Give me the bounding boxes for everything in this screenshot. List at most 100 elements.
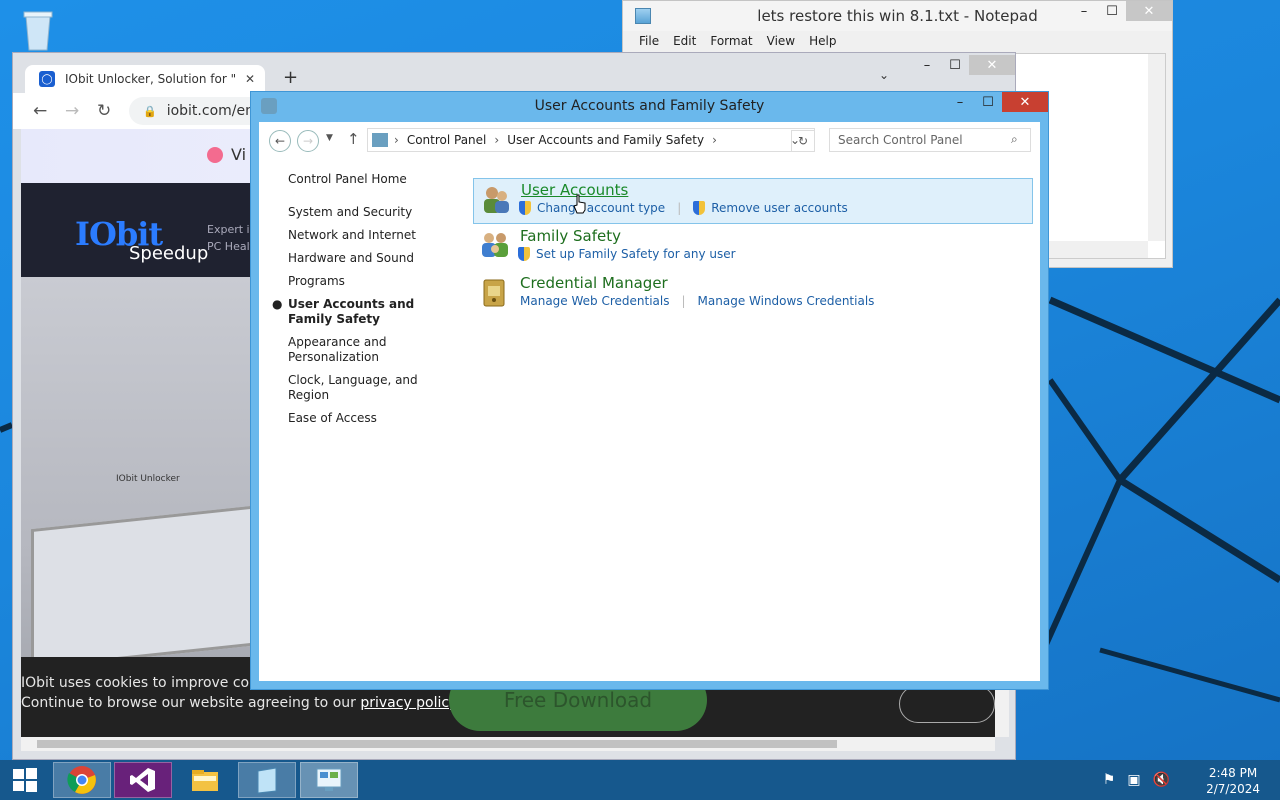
family-safety-title[interactable]: Family Safety [520, 227, 621, 245]
maximize-button[interactable]: ☐ [974, 92, 1002, 112]
menu-edit[interactable]: Edit [667, 31, 704, 51]
banner-text: Vi [231, 145, 247, 164]
lock-icon: 🔒 [143, 104, 157, 118]
control-panel-body: ← → ▼ ↑ › Control Panel › User Accounts … [259, 122, 1040, 681]
chrome-close-button[interactable]: ✕ [969, 55, 1015, 75]
notepad-taskbar-button[interactable] [238, 762, 296, 798]
uac-shield-icon [693, 201, 706, 215]
tab-title: IObit Unlocker, Solution for "und [65, 72, 235, 86]
back-arrow-icon[interactable]: ← [33, 101, 47, 121]
refresh-icon[interactable]: ↻ [791, 130, 815, 152]
navigation-bar: ← → ▼ ↑ › Control Panel › User Accounts … [259, 122, 1040, 158]
control-panel-taskbar-button[interactable] [300, 762, 358, 798]
manage-windows-credentials-link[interactable]: Manage Windows Credentials [698, 294, 875, 308]
nav-appearance[interactable]: Appearance and Personalization [288, 335, 458, 365]
laptop-image [31, 504, 261, 670]
setup-family-safety-link[interactable]: Set up Family Safety for any user [536, 247, 736, 261]
cookie-text-2: Continue to browse our website agreeing … [21, 695, 356, 711]
nav-hardware-and-sound[interactable]: Hardware and Sound [288, 251, 458, 266]
user-accounts-icon [480, 183, 512, 215]
up-arrow-icon[interactable]: ↑ [347, 130, 360, 148]
menu-format[interactable]: Format [704, 31, 760, 51]
browser-tab[interactable]: ◯ IObit Unlocker, Solution for "und ✕ [25, 65, 265, 93]
control-panel-icon [316, 768, 342, 791]
privacy-policy-link[interactable]: privacy policy [360, 695, 455, 711]
back-arrow-icon[interactable]: ← [269, 130, 291, 152]
visual-studio-taskbar-button[interactable] [114, 762, 172, 798]
hand-cursor-icon [573, 194, 586, 214]
system-tray: ⚑ ▣ 🔇 [1103, 772, 1170, 788]
menu-help[interactable]: Help [803, 31, 844, 51]
horizontal-scrollbar[interactable] [21, 737, 995, 751]
minimize-button[interactable]: – [946, 92, 974, 112]
clock-time: 2:48 PM [1208, 766, 1258, 780]
nav-ease-of-access[interactable]: Ease of Access [288, 411, 458, 426]
nav-user-accounts-active[interactable]: ● User Accounts and Family Safety [272, 297, 458, 327]
nav-programs[interactable]: Programs [288, 274, 458, 289]
address-breadcrumb[interactable]: › Control Panel › User Accounts and Fami… [367, 128, 815, 152]
iobit-favicon-icon: ◯ [39, 71, 55, 87]
recent-locations-chevron-icon[interactable]: ▼ [326, 133, 333, 143]
outline-button[interactable] [899, 685, 995, 723]
file-explorer-taskbar-button[interactable] [176, 762, 234, 798]
tab-close-icon[interactable]: ✕ [245, 72, 255, 86]
breadcrumb-control-panel[interactable]: Control Panel [407, 133, 495, 147]
credential-manager-title[interactable]: Credential Manager [520, 274, 668, 292]
volume-muted-icon[interactable]: 🔇 [1153, 772, 1170, 788]
nav-network-and-internet[interactable]: Network and Internet [288, 228, 458, 243]
category-family-safety[interactable]: Family Safety Set up Family Safety for a… [473, 225, 1033, 271]
change-account-type-link[interactable]: Change account type [537, 201, 665, 215]
nav-clock-language-region[interactable]: Clock, Language, and Region [288, 373, 458, 403]
laptop-label: IObit Unlocker [116, 474, 180, 484]
manage-web-credentials-link[interactable]: Manage Web Credentials [520, 294, 669, 308]
breadcrumb-user-accounts[interactable]: User Accounts and Family Safety [507, 133, 712, 147]
action-center-flag-icon[interactable]: ⚑ [1103, 772, 1116, 788]
scrollbar-thumb[interactable] [37, 740, 837, 748]
control-panel-titlebar[interactable]: User Accounts and Family Safety – ☐ ✕ [251, 92, 1048, 120]
clock-date: 2/7/2024 [1206, 782, 1260, 796]
new-tab-button[interactable]: + [283, 67, 298, 88]
minimize-button[interactable]: – [1070, 1, 1098, 21]
network-icon[interactable]: ▣ [1127, 772, 1140, 788]
menu-view[interactable]: View [761, 31, 803, 51]
close-button[interactable]: ✕ [1002, 92, 1048, 112]
visual-studio-icon [130, 768, 155, 792]
forward-arrow-icon[interactable]: → [297, 130, 319, 152]
close-button[interactable]: ✕ [1126, 1, 1172, 21]
uac-shield-icon [518, 247, 530, 261]
credential-manager-icon [479, 276, 511, 308]
forward-arrow-icon[interactable]: → [65, 101, 79, 121]
category-user-accounts[interactable]: User Accounts Change account type | Remo… [473, 178, 1033, 224]
taskbar: ⚑ ▣ 🔇 2:48 PM 2/7/2024 [0, 760, 1280, 800]
category-credential-manager[interactable]: Credential Manager Manage Web Credential… [473, 272, 1033, 318]
credential-manager-links: Manage Web Credentials | Manage Windows … [520, 294, 875, 308]
chrome-taskbar-button[interactable] [53, 762, 111, 798]
notepad-icon [257, 767, 277, 794]
notepad-titlebar[interactable]: lets restore this win 8.1.txt - Notepad … [623, 1, 1172, 31]
chrome-minimize-button[interactable]: – [913, 55, 941, 75]
vertical-scrollbar[interactable] [1148, 54, 1165, 241]
menu-file[interactable]: File [633, 31, 667, 51]
start-button[interactable] [0, 762, 50, 798]
clock[interactable]: 2:48 PM 2/7/2024 [1206, 765, 1260, 797]
tab-bar: ◯ IObit Unlocker, Solution for "und ✕ + … [13, 53, 1015, 93]
search-input[interactable]: Search Control Panel [829, 128, 1031, 152]
left-navigation: Control Panel Home System and Security N… [272, 172, 458, 434]
window-title: User Accounts and Family Safety [534, 98, 765, 114]
active-bullet-icon: ● [272, 297, 283, 311]
maximize-button[interactable]: ☐ [1098, 1, 1126, 21]
thumbs-up-icon [207, 147, 223, 163]
search-icon[interactable]: ⌕ [1011, 132, 1018, 147]
tab-search-chevron-icon[interactable]: ⌄ [879, 68, 889, 82]
chrome-maximize-button[interactable]: ☐ [941, 55, 969, 75]
user-accounts-links: Change account type | Remove user accoun… [519, 201, 848, 215]
control-panel-window[interactable]: User Accounts and Family Safety – ☐ ✕ ← … [250, 91, 1049, 690]
speedup-menu[interactable]: Speedup [129, 243, 208, 264]
reload-icon[interactable]: ↻ [97, 101, 111, 121]
chrome-icon [67, 766, 96, 794]
remove-user-accounts-link[interactable]: Remove user accounts [711, 201, 848, 215]
notepad-menubar: File Edit Format View Help [623, 31, 1172, 51]
recycle-bin-icon[interactable] [18, 6, 58, 52]
nav-system-and-security[interactable]: System and Security [288, 205, 458, 220]
nav-control-panel-home[interactable]: Control Panel Home [288, 172, 458, 187]
